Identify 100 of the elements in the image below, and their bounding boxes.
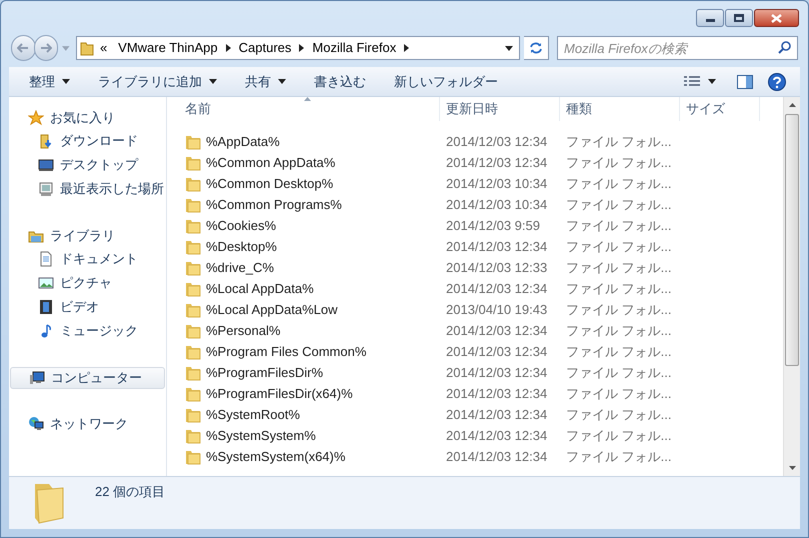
star-icon <box>28 110 44 126</box>
column-header[interactable]: 更新日時 <box>440 97 560 121</box>
right-arrow-icon <box>40 43 52 53</box>
sidebar-item[interactable]: ライブラリ <box>9 225 166 247</box>
refresh-button[interactable] <box>524 36 550 60</box>
chevron-icon[interactable] <box>299 44 304 52</box>
file-name[interactable]: %SystemSystem% <box>206 426 316 446</box>
refresh-icon <box>529 41 544 55</box>
file-name[interactable]: %Program Files Common% <box>206 342 366 362</box>
file-name[interactable]: %Desktop% <box>206 236 277 256</box>
close-button[interactable] <box>754 9 799 27</box>
folder-icon <box>185 344 201 360</box>
sidebar-item[interactable]: ダウンロード <box>9 129 166 153</box>
file-name[interactable]: %Common Programs% <box>206 194 342 214</box>
date-cell-text: 2014/12/03 12:34 <box>445 132 548 151</box>
date-cell-text: 2014/12/03 10:34 <box>445 196 548 214</box>
breadcrumb[interactable]: Captures <box>236 38 294 58</box>
folder-icon <box>185 176 201 192</box>
chevron-icon[interactable] <box>226 44 231 52</box>
type-cell-text: ファイル フォル... <box>565 132 672 151</box>
sort-arrow-icon <box>304 97 311 101</box>
toolbar-button[interactable]: 共有 <box>235 70 296 94</box>
file-name[interactable]: %ProgramFilesDir(x64)% <box>206 384 353 404</box>
folder-icon <box>185 448 201 464</box>
file-name[interactable]: %SystemSystem(x64)% <box>206 446 346 466</box>
sidebar-item[interactable]: お気に入り <box>9 107 166 129</box>
breadcrumb[interactable]: VMware ThinApp <box>115 38 221 58</box>
date-cell-text: 2014/12/03 12:34 <box>445 426 548 445</box>
type-cell-text: ファイル フォル... <box>565 364 672 382</box>
sidebar-item[interactable]: 最近表示した場所 <box>9 177 166 201</box>
folder-icon <box>80 40 94 56</box>
sidebar-item[interactable]: デスクトップ <box>9 153 166 177</box>
scrollbar-thumb[interactable] <box>785 114 799 366</box>
folder-icon <box>185 322 201 338</box>
type-cell-text: ファイル フォル... <box>565 384 672 403</box>
date-cell-text: 2014/12/03 12:34 <box>445 364 548 382</box>
sidebar-item[interactable]: ネットワーク <box>9 413 166 435</box>
file-name[interactable]: %Common Desktop% <box>206 174 334 194</box>
overflow-chevron[interactable]: « <box>100 38 108 58</box>
file-name[interactable]: %ProgramFilesDir% <box>206 362 324 382</box>
preview-pane-icon <box>737 74 753 88</box>
folder-icon <box>185 196 201 212</box>
list-view-icon <box>684 76 700 87</box>
search-field[interactable]: Mozilla Firefoxの検索 <box>557 36 798 60</box>
help-button[interactable] <box>766 70 788 92</box>
monitor-icon <box>38 157 54 173</box>
type-cell-text: ファイル フォル... <box>565 406 672 424</box>
toolbar-button[interactable]: 書き込む <box>304 70 376 94</box>
date-cell-text: 2014/12/03 12:33 <box>445 258 548 277</box>
minimize-button[interactable] <box>696 9 724 27</box>
file-name[interactable]: %Local AppData% <box>206 278 314 298</box>
folder-icon <box>185 280 201 296</box>
back-button[interactable] <box>11 35 36 61</box>
sidebar-item[interactable]: ドキュメント <box>9 247 166 271</box>
toolbar-button[interactable]: 新しいフォルダー <box>384 70 508 94</box>
type-cell-text: ファイル フォル... <box>565 154 672 172</box>
date-cell-text: 2014/12/03 12:34 <box>445 280 548 298</box>
file-name[interactable]: %Local AppData%Low <box>206 300 338 320</box>
type-cell-text: ファイル フォル... <box>565 174 672 193</box>
toolbar-button[interactable]: 整理 <box>19 70 80 94</box>
toolbar-button[interactable]: ライブラリに追加 <box>88 70 227 94</box>
type-cell-text: ファイル フォル... <box>565 426 672 445</box>
folder-icon <box>185 302 201 318</box>
date-cell-text: 2014/12/03 12:34 <box>445 322 548 340</box>
date-cell-text: 2014/12/03 12:34 <box>445 238 548 256</box>
date-cell-text: 2014/12/03 12:34 <box>445 448 548 466</box>
maximize-button[interactable] <box>725 9 753 27</box>
sidebar-item[interactable]: ミュージック <box>9 319 166 343</box>
chevron-icon[interactable] <box>404 44 410 52</box>
down-arrow-icon <box>788 466 796 470</box>
type-cell-text: ファイル フォル... <box>565 342 672 361</box>
up-arrow-icon <box>788 103 796 107</box>
caret-icon <box>62 79 70 84</box>
film-icon <box>38 299 54 315</box>
folder-icon <box>185 406 201 422</box>
item-count-text: 22 個の項目 <box>95 483 166 501</box>
date-cell-text: 2014/12/03 12:34 <box>445 384 548 403</box>
search-icon <box>778 41 792 54</box>
column-header[interactable]: サイズ <box>680 97 760 121</box>
file-name[interactable]: %AppData% <box>206 132 280 152</box>
file-name[interactable]: %Cookies% <box>206 216 276 236</box>
folder-icon <box>185 238 201 254</box>
forward-button[interactable] <box>34 35 58 61</box>
breadcrumb[interactable]: Mozilla Firefox <box>309 38 400 58</box>
download-folder-icon <box>38 133 54 149</box>
file-name[interactable]: %drive_C% <box>206 258 274 278</box>
date-cell-text: 2014/12/03 12:34 <box>445 154 548 172</box>
caret-icon[interactable] <box>505 46 514 50</box>
scrollbar[interactable] <box>783 97 800 476</box>
file-name[interactable]: %SystemRoot% <box>206 404 300 424</box>
type-cell-text: ファイル フォル... <box>565 238 672 256</box>
date-cell-text: 2013/04/10 19:43 <box>445 300 548 319</box>
file-name[interactable]: %Personal% <box>206 320 280 340</box>
column-header[interactable]: 種類 <box>560 97 680 121</box>
sidebar-item[interactable]: ビデオ <box>9 295 166 319</box>
folder-icon <box>185 260 201 276</box>
sidebar-item[interactable]: コンピューター <box>10 367 165 389</box>
address-bar[interactable]: « VMware ThinApp Captures Mozilla Firefox <box>76 36 520 60</box>
file-name[interactable]: %Common AppData% <box>206 152 336 172</box>
sidebar-item[interactable]: ピクチャ <box>9 271 166 295</box>
